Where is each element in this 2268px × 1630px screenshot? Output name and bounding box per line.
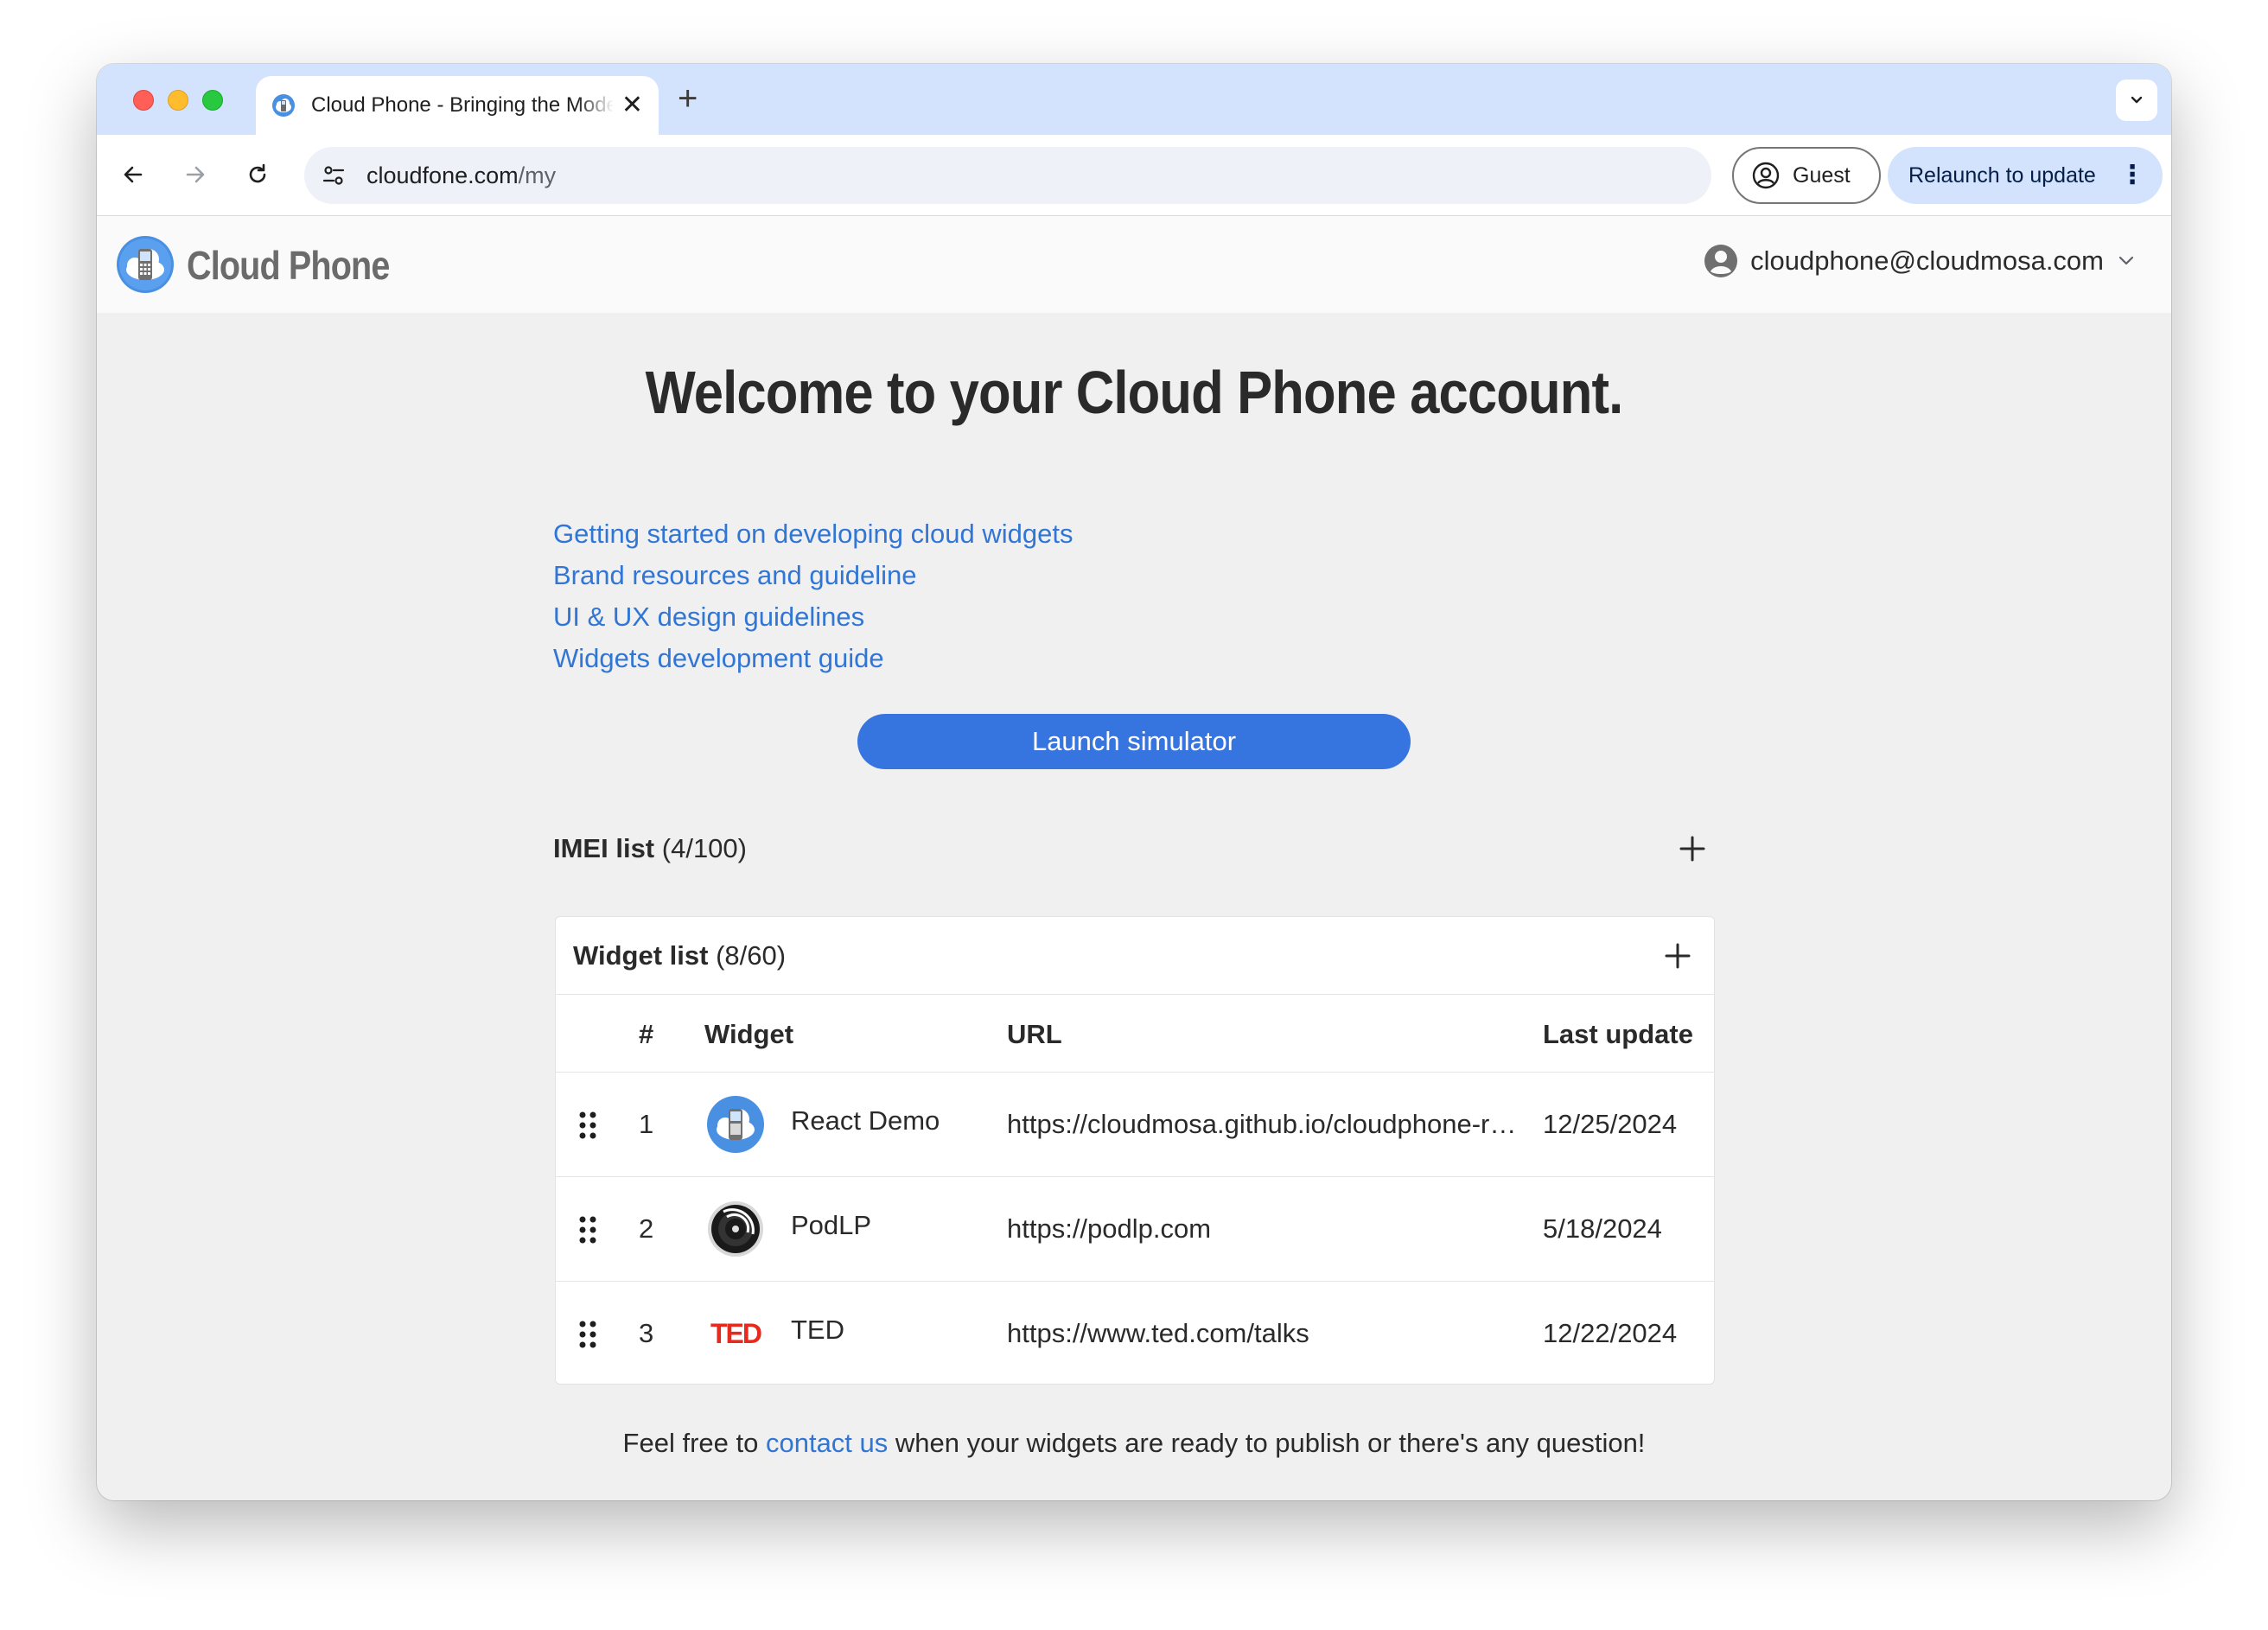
- relaunch-label: Relaunch to update: [1908, 162, 2096, 188]
- link-ui-ux-guidelines[interactable]: UI & UX design guidelines: [553, 596, 1073, 638]
- maximize-window-button[interactable]: [202, 90, 223, 111]
- add-widget-button[interactable]: [1659, 937, 1697, 975]
- back-button[interactable]: [112, 154, 154, 195]
- chevron-down-icon: [2118, 256, 2134, 265]
- imei-title-label: IMEI list: [553, 833, 655, 863]
- ted-logo-text: TED: [710, 1317, 762, 1349]
- account-email: cloudphone@cloudmosa.com: [1750, 245, 2104, 276]
- widget-url: https://cloudmosa.github.io/cloudphone-r…: [1007, 1109, 1522, 1139]
- relaunch-to-update-button[interactable]: Relaunch to update ⋮: [1888, 147, 2163, 204]
- cloud-phone-logo-icon[interactable]: [116, 235, 175, 294]
- tab-close-icon[interactable]: ✕: [621, 92, 643, 118]
- url-text: cloudfone.com/my: [366, 162, 556, 189]
- widget-list-card: Widget list (8/60) # Widget URL Last upd…: [555, 916, 1715, 1385]
- drag-handle-icon[interactable]: [578, 1320, 597, 1349]
- table-row[interactable]: 1 React Demo https://cloudmosa.github.io…: [556, 1073, 1714, 1177]
- tune-icon: [322, 166, 345, 185]
- tab-title: Cloud Phone - Bringing the Modern Web to…: [311, 93, 614, 117]
- new-tab-button[interactable]: +: [678, 81, 698, 116]
- chevron-down-icon: [2131, 96, 2143, 104]
- widget-list-header: Widget list (8/60): [556, 917, 1714, 995]
- podlp-logo-icon: [708, 1201, 763, 1257]
- widget-name[interactable]: PodLP: [791, 1210, 871, 1241]
- widget-url: https://www.ted.com/talks: [1007, 1318, 1309, 1348]
- reload-button[interactable]: [237, 154, 278, 195]
- widget-title-label: Widget list: [573, 939, 709, 971]
- footer-text-after: when your widgets are ready to publish o…: [888, 1428, 1646, 1458]
- table-row[interactable]: 3 TED TED https://www.ted.com/talks 12/2…: [556, 1282, 1714, 1386]
- imei-count: (4/100): [661, 833, 747, 863]
- widget-name[interactable]: React Demo: [791, 1105, 940, 1137]
- row-number: 2: [639, 1213, 654, 1244]
- link-brand-resources[interactable]: Brand resources and guideline: [553, 555, 1073, 596]
- imei-list-header[interactable]: IMEI list (4/100): [553, 823, 1711, 875]
- site-header: Cloud Phone cloudphone@cloudmosa.com: [97, 216, 2171, 313]
- guest-label: Guest: [1793, 162, 1851, 188]
- drag-handle-icon[interactable]: [578, 1111, 597, 1140]
- page-headline: Welcome to your Cloud Phone account.: [645, 359, 1624, 426]
- plus-icon: [1665, 943, 1691, 968]
- imei-list-title: IMEI list (4/100): [553, 833, 747, 864]
- guest-profile-icon: [1752, 162, 1780, 189]
- address-bar[interactable]: cloudfone.com/my: [304, 147, 1711, 204]
- widget-last-update: 12/22/2024: [1543, 1318, 1678, 1348]
- tab-strip: Cloud Phone - Bringing the Modern Web to…: [97, 64, 2171, 135]
- ted-logo-icon: TED: [706, 1304, 765, 1363]
- drag-handle-icon[interactable]: [578, 1215, 597, 1245]
- plus-icon: [1679, 836, 1705, 862]
- browser-toolbar: cloudfone.com/my Guest Relaunch to updat…: [97, 135, 2171, 216]
- arrow-right-icon: [186, 166, 205, 183]
- widget-url: https://podlp.com: [1007, 1213, 1212, 1244]
- widget-last-update: 12/25/2024: [1543, 1109, 1678, 1139]
- close-window-button[interactable]: [133, 90, 154, 111]
- footer-note: Feel free to contact us when your widget…: [97, 1428, 2171, 1459]
- cloud-phone-logo-icon: [707, 1096, 764, 1153]
- forward-button[interactable]: [175, 154, 216, 195]
- widget-count: (8/60): [716, 939, 787, 971]
- url-host: cloudfone.com: [366, 162, 519, 188]
- widget-name[interactable]: TED: [791, 1315, 844, 1346]
- arrow-left-icon: [124, 166, 143, 183]
- add-imei-button[interactable]: [1673, 830, 1711, 868]
- url-path: /my: [518, 162, 557, 188]
- site-logo-text[interactable]: Cloud Phone: [187, 242, 390, 289]
- site-settings-icon[interactable]: [318, 160, 349, 191]
- launch-simulator-button[interactable]: Launch simulator: [857, 714, 1411, 769]
- browser-window: Cloud Phone - Bringing the Modern Web to…: [97, 64, 2171, 1500]
- browser-tab[interactable]: Cloud Phone - Bringing the Modern Web to…: [256, 76, 659, 135]
- profile-guest-button[interactable]: Guest: [1732, 147, 1881, 204]
- account-menu[interactable]: cloudphone@cloudmosa.com: [1704, 244, 2137, 278]
- column-header-url: URL: [1007, 1019, 1062, 1049]
- column-header-num: #: [639, 1019, 654, 1049]
- reload-icon: [249, 163, 266, 183]
- footer-text-before: Feel free to: [622, 1428, 766, 1458]
- user-avatar-icon: [1704, 245, 1738, 277]
- widget-last-update: 5/18/2024: [1543, 1213, 1662, 1244]
- row-number: 1: [639, 1109, 654, 1139]
- tab-search-button[interactable]: [2116, 80, 2157, 121]
- table-row[interactable]: 2 PodLP https://podlp.com 5/18/2024: [556, 1177, 1714, 1282]
- cloud-phone-favicon-icon: [272, 94, 295, 117]
- column-header-widget: Widget: [704, 1019, 794, 1049]
- link-getting-started[interactable]: Getting started on developing cloud widg…: [553, 513, 1073, 555]
- link-widgets-dev-guide[interactable]: Widgets development guide: [553, 638, 1073, 679]
- column-header-last-update: Last update: [1543, 1019, 1693, 1049]
- browser-menu-icon[interactable]: ⋮: [2119, 162, 2145, 188]
- contact-us-link[interactable]: contact us: [766, 1428, 888, 1458]
- row-number: 3: [639, 1318, 654, 1348]
- widget-list-title: Widget list (8/60): [573, 940, 786, 971]
- widget-table-header: # Widget URL Last update: [556, 995, 1714, 1073]
- minimize-window-button[interactable]: [168, 90, 188, 111]
- resource-links: Getting started on developing cloud widg…: [553, 513, 1073, 679]
